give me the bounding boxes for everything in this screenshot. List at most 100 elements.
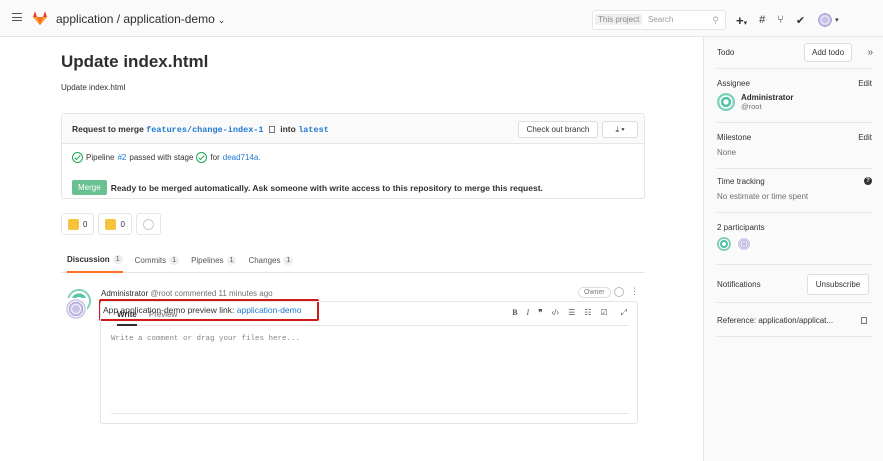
user-avatar[interactable] <box>817 12 834 28</box>
more-actions-icon[interactable]: ⋮ <box>630 286 639 297</box>
notifications-block: Notifications Unsubscribe <box>717 269 872 303</box>
add-reaction-button[interactable] <box>135 213 161 235</box>
tab-label: Discussion <box>67 254 110 264</box>
commit-sha-link[interactable]: dead714a. <box>223 153 261 162</box>
todo-block: Todo Add todo <box>717 37 872 69</box>
chevron-down-icon[interactable]: ⌄ <box>218 15 226 25</box>
chevron-down-icon[interactable]: ▾ <box>835 16 839 24</box>
hamburger-menu-icon[interactable] <box>12 13 22 21</box>
into-label: into <box>280 124 296 134</box>
new-item-dropdown-icon[interactable]: +▾ <box>736 13 747 28</box>
top-navbar: application / application-demo ⌄ This pro… <box>0 0 883 37</box>
search-icon: ⚲ <box>712 15 719 25</box>
add-todo-button[interactable]: Add todo <box>804 43 852 62</box>
gitlab-logo-icon[interactable] <box>32 10 48 26</box>
edit-assignee-link[interactable]: Edit <box>858 79 872 88</box>
add-reaction-icon[interactable] <box>614 287 624 297</box>
note-meta-text: @root commented 11 minutes ago <box>150 289 273 298</box>
help-icon[interactable]: ? <box>864 177 872 185</box>
todos-icon[interactable]: ✔ <box>796 14 805 27</box>
download-dropdown-button[interactable]: ⤓ ▾ <box>602 121 638 138</box>
pipeline-link[interactable]: #2 <box>117 153 126 162</box>
code-icon[interactable]: ‹/› <box>552 308 560 318</box>
pipeline-for-label: for <box>210 153 220 162</box>
merge-row: Merge Ready to be merged automatically. … <box>72 180 543 195</box>
note-author-link[interactable]: Administrator <box>101 289 148 298</box>
award-emoji-bar: 0 0 <box>61 213 161 235</box>
tab-count-badge: 1 <box>112 254 123 264</box>
reference-text: Reference: application/applicat... <box>717 316 834 325</box>
user-menu[interactable]: ▾ <box>817 12 839 28</box>
time-tracking-label: Time tracking <box>717 177 765 186</box>
tab-discussion[interactable]: Discussion 1 <box>67 247 123 273</box>
smiley-icon <box>142 218 154 230</box>
thumbs-up-award[interactable]: 0 <box>61 213 95 235</box>
edit-milestone-link[interactable]: Edit <box>858 133 872 142</box>
assignee-label: Assignee <box>717 79 750 88</box>
thumbs-up-count: 0 <box>83 219 88 229</box>
reference-block: Reference: application/applicat... <box>717 307 872 337</box>
merge-request-branches: Request to merge features/change-index-1… <box>72 124 329 135</box>
bold-icon[interactable]: B <box>512 308 517 318</box>
note-header: Administrator @root commented 11 minutes… <box>101 289 273 298</box>
page-title: Update index.html <box>61 52 209 71</box>
pipeline-passed-icon[interactable] <box>72 152 83 163</box>
comment-textarea[interactable]: Write a comment or drag your files here.… <box>111 335 300 343</box>
todo-label: Todo <box>717 48 735 57</box>
stage-passed-icon[interactable] <box>196 152 208 163</box>
numbered-list-icon[interactable]: ☷ <box>584 308 591 318</box>
merge-widget: Request to merge features/change-index-1… <box>61 113 645 199</box>
tab-count-badge: 1 <box>283 255 294 265</box>
notifications-label: Notifications <box>717 280 761 289</box>
current-user-avatar[interactable] <box>65 298 87 320</box>
tab-count-badge: 1 <box>226 255 237 265</box>
markdown-toolbar: B I ❞ ‹/› ☰ ☷ ☑ ⤢ <box>512 308 627 318</box>
merge-status-message: Ready to be merged automatically. Ask so… <box>110 182 543 193</box>
issues-icon[interactable]: # <box>759 14 765 26</box>
project-path[interactable]: application / application-demo <box>56 12 215 26</box>
check-out-branch-button[interactable]: Check out branch <box>518 121 598 138</box>
thumbs-down-icon <box>105 218 117 230</box>
pipeline-label: Pipeline <box>86 153 115 162</box>
project-breadcrumb[interactable]: application / application-demo ⌄ <box>56 12 225 26</box>
pipeline-status-text: passed with stage <box>129 153 194 162</box>
tab-commits[interactable]: Commits 1 <box>135 247 180 273</box>
quote-icon[interactable]: ❞ <box>538 308 542 318</box>
unsubscribe-button[interactable]: Unsubscribe <box>807 274 869 295</box>
bullet-list-icon[interactable]: ☰ <box>568 308 575 318</box>
mr-description: Update index.html <box>61 83 126 92</box>
merge-requests-icon[interactable]: ⑂ <box>777 14 784 26</box>
participant-avatar[interactable] <box>717 237 731 251</box>
collapse-sidebar-icon[interactable]: » <box>867 47 873 58</box>
tab-label: Changes <box>248 255 281 265</box>
search-input[interactable]: This project Search ⚲ <box>592 10 726 30</box>
task-list-icon[interactable]: ☑ <box>600 308 607 318</box>
assignee-avatar <box>717 93 735 111</box>
assignee-block: Assignee Edit Administrator @root <box>717 79 872 123</box>
thumbs-down-count: 0 <box>120 219 125 229</box>
pipeline-status-row: Pipeline #2 passed with stage for dead71… <box>72 152 261 163</box>
tab-pipelines[interactable]: Pipelines 1 <box>191 247 237 273</box>
tab-changes[interactable]: Changes 1 <box>248 247 294 273</box>
assignee-name: Administrator <box>741 93 794 102</box>
participant-avatar[interactable] <box>737 237 751 251</box>
tab-preview[interactable]: Preview <box>149 306 177 325</box>
search-placeholder: Search <box>648 15 674 24</box>
thumbs-down-award[interactable]: 0 <box>98 213 132 235</box>
fullscreen-icon[interactable]: ⤢ <box>621 308 627 318</box>
owner-badge: Owner <box>578 287 611 298</box>
tab-label: Pipelines <box>191 255 224 265</box>
source-branch-link[interactable]: features/change-index-1 <box>146 125 263 135</box>
italic-icon[interactable]: I <box>527 308 530 318</box>
comment-editor: Write Preview B I ❞ ‹/› ☰ ☷ ☑ ⤢ Write a … <box>100 301 638 424</box>
participants-list <box>717 237 872 251</box>
copy-reference-icon[interactable] <box>861 317 867 324</box>
merge-button[interactable]: Merge <box>72 180 107 195</box>
copy-icon[interactable] <box>268 126 275 133</box>
time-tracking-value: No estimate or time spent <box>717 192 809 201</box>
target-branch-link[interactable]: latest <box>298 125 329 135</box>
editor-divider <box>111 413 629 414</box>
tab-write[interactable]: Write <box>117 306 137 326</box>
assignee-user[interactable]: Administrator @root <box>717 93 872 111</box>
merge-widget-header: Request to merge features/change-index-1… <box>62 114 644 144</box>
